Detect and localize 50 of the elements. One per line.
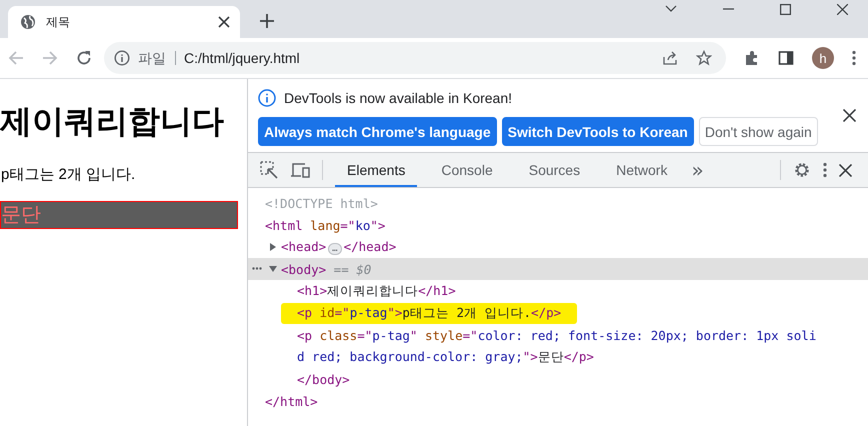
dom-code-line[interactable]: <html lang="ko"> [265,218,386,232]
info-icon [258,89,276,107]
minimize-icon[interactable] [723,8,734,10]
expanded-triangle-icon[interactable] [269,265,277,273]
close-icon[interactable] [839,164,852,176]
more-tabs-button[interactable]: » [691,158,704,182]
maximize-icon[interactable] [780,4,791,14]
dom-code-line[interactable]: </html> [265,394,318,408]
close-icon[interactable] [218,16,230,28]
reload-icon[interactable] [76,50,92,66]
close-icon[interactable] [837,4,848,14]
new-tab-icon[interactable] [260,14,274,28]
devtools-tab[interactable]: Network [604,153,680,187]
infobar-button[interactable]: Switch DevTools to Korean [502,117,694,146]
address-bar[interactable]: 파일 C:/html/jquery.html [104,42,726,74]
dom-code-line[interactable]: <h1>제이쿼리합니다</h1> [297,282,456,300]
boxed-paragraph: 문단 [0,201,238,229]
infobar-message: DevTools is now available in Korean! [284,90,512,106]
share-icon[interactable] [662,50,678,66]
settings-icon[interactable] [793,161,811,179]
dom-code-line[interactable]: <body> == $0 [281,262,372,276]
page-paragraph: p태그는 2개 입니다. [1,165,136,184]
devtools-tab[interactable]: Console [429,153,505,187]
collapsed-triangle-icon[interactable] [269,243,277,251]
row-dots-icon [252,267,262,270]
devtools-tab[interactable]: Elements [335,153,418,187]
infobar-button[interactable]: Don't show again [698,117,818,146]
device-toolbar-icon[interactable] [290,161,310,179]
dom-code-line[interactable]: <head> … </head> [281,239,396,255]
dom-code-line[interactable]: </body> [297,372,350,386]
infobar-button[interactable]: Always match Chrome's language [258,117,497,146]
more-options-icon[interactable] [823,162,827,178]
dom-code-line[interactable]: d red; background-color: gray;">문단</p> [297,348,594,366]
browser-tab[interactable]: 제목 [8,6,240,38]
dom-row[interactable]: <body> == $0 [248,258,868,280]
profile-avatar[interactable]: h [812,47,834,69]
dom-code-line[interactable]: <p class="p-tag" style="color: red; font-size: 20px; border: 1px soli [297,328,816,342]
menu-icon[interactable] [852,50,856,66]
scheme-label: 파일 [138,51,176,65]
star-icon[interactable] [696,50,712,66]
inspect-icon[interactable] [260,161,278,179]
page-heading: 제이쿼리합니다 [0,101,225,142]
globe-icon [20,14,36,30]
info-icon [114,50,130,66]
chevron-down-icon[interactable] [665,5,677,13]
url-text: C:/html/jquery.html [184,50,300,66]
devtools-tab[interactable]: Sources [516,153,592,187]
close-icon[interactable] [843,109,856,122]
puzzle-icon[interactable] [744,50,760,66]
side-panel-icon[interactable] [778,50,794,66]
